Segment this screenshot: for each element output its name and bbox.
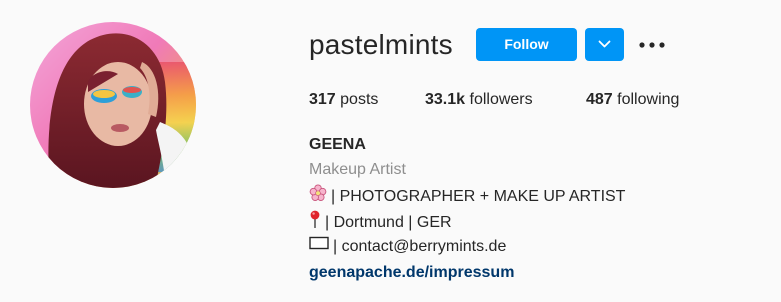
followers-link[interactable]: 33.1k followers [425,90,533,110]
bio-line-location: | Dortmund | GER [309,210,452,235]
more-horizontal-icon [639,42,665,48]
envelope-icon [309,236,329,256]
bio-text-location: | Dortmund | GER [325,214,452,232]
profile-website-link[interactable]: geenapache.de/impressum [309,263,514,283]
chevron-down-icon [598,40,611,48]
bio-line-occupation: | PHOTOGRAPHER + MAKE UP ARTIST [309,184,626,209]
following-link[interactable]: 487 following [586,90,679,110]
profile-category: Makeup Artist [309,161,406,178]
posts-count: 317 posts [309,90,378,110]
more-options-button[interactable] [638,34,666,56]
following-number: 487 [586,91,613,108]
bio-line-contact: | contact@berrymints.de [309,236,507,257]
profile-username: pastelmints [309,29,453,60]
following-label: following [617,91,680,108]
follow-button[interactable]: Follow [476,28,577,61]
profile-avatar[interactable] [30,22,196,188]
posts-label: posts [340,91,379,108]
profile-full-name: GEENA [309,136,366,153]
cherry-blossom-icon [309,184,327,208]
bio-text-occupation: | PHOTOGRAPHER + MAKE UP ARTIST [331,188,626,206]
posts-number: 317 [309,91,336,108]
suggested-accounts-dropdown-button[interactable] [585,28,624,61]
bio-text-contact: | contact@berrymints.de [333,238,507,256]
followers-label: followers [469,91,533,108]
followers-number: 33.1k [425,91,466,108]
round-pushpin-icon [309,210,321,234]
